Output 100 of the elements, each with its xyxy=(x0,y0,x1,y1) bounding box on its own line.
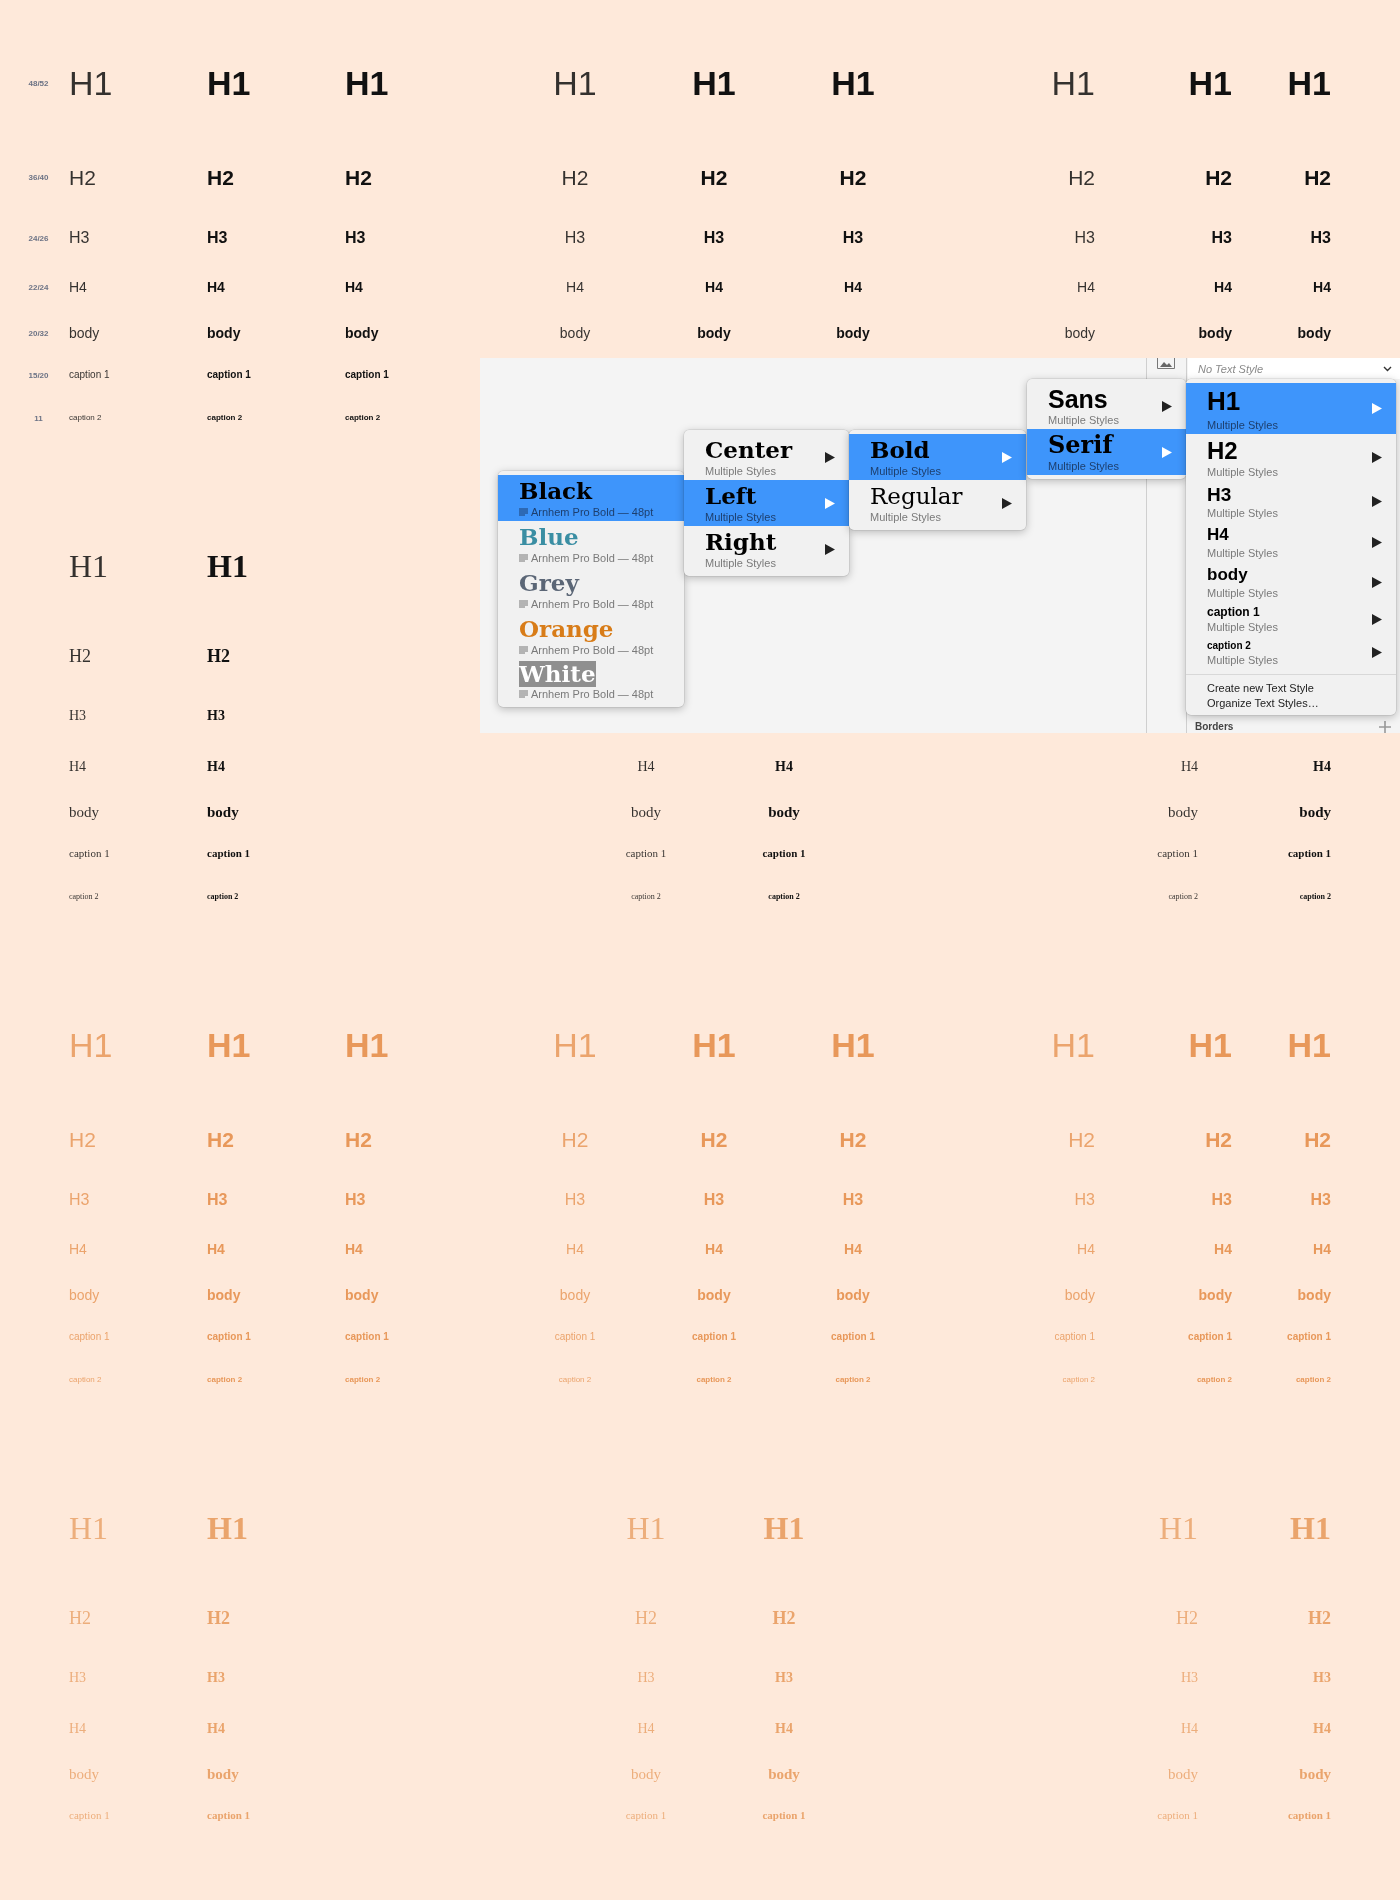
menu-item[interactable]: H4 Multiple Styles xyxy=(1186,522,1396,562)
menu-item-subtitle: Multiple Styles xyxy=(1048,459,1119,473)
menu-item[interactable]: caption 1 Multiple Styles xyxy=(1186,602,1396,636)
menu-item[interactable]: Blue Arnhem Pro Bold — 48pt xyxy=(498,521,684,567)
arrow-icon xyxy=(1002,451,1012,463)
type-sample: body xyxy=(836,326,870,340)
type-sample: H4 xyxy=(1313,760,1331,774)
type-sample: H4 xyxy=(1214,280,1232,294)
type-sample: H1 xyxy=(831,1028,875,1062)
chevron-down-icon xyxy=(1383,365,1392,372)
type-sample: H4 xyxy=(345,1242,363,1256)
type-sample: H4 xyxy=(844,280,862,294)
menu-item[interactable]: H3 Multiple Styles xyxy=(1186,481,1396,522)
menu-item[interactable]: Serif Multiple Styles xyxy=(1027,429,1186,475)
type-sample: body xyxy=(207,326,241,340)
type-sample: H3 xyxy=(69,1671,87,1685)
menu-item[interactable]: Orange Arnhem Pro Bold — 48pt xyxy=(498,613,684,659)
type-sample: H2 xyxy=(69,166,96,188)
menu-item-subtitle: Multiple Styles xyxy=(1207,653,1278,667)
size-label: 48/52 xyxy=(27,78,49,88)
type-sample: H3 xyxy=(1313,1671,1331,1685)
type-sample: H2 xyxy=(207,647,230,665)
type-sample: body xyxy=(1198,326,1232,340)
type-sample: H2 xyxy=(69,1609,91,1627)
type-sample: H3 xyxy=(703,1192,725,1208)
menu-item[interactable]: Center Multiple Styles xyxy=(684,434,849,480)
menu-item-subtitle: Multiple Styles xyxy=(1207,546,1278,560)
menu-item-subtitle: Arnhem Pro Bold — 48pt xyxy=(531,687,654,701)
menu-item[interactable]: Grey Arnhem Pro Bold — 48pt xyxy=(498,567,684,613)
type-sample: body xyxy=(768,804,800,820)
menu-item-subtitle: Multiple Styles xyxy=(1207,620,1278,634)
type-sample: H1 xyxy=(1290,1512,1331,1544)
menu-item-subtitle: Multiple Styles xyxy=(870,464,941,478)
menu-item[interactable]: Regular Multiple Styles xyxy=(849,480,1026,526)
type-sample: H2 xyxy=(207,1609,230,1627)
type-sample: caption 2 xyxy=(345,1376,381,1384)
type-sample: caption 1 xyxy=(692,1332,736,1342)
size-label: 11 xyxy=(33,413,43,423)
type-sample: caption 1 xyxy=(1287,1809,1331,1821)
type-sample: H2 xyxy=(1205,1128,1232,1150)
type-sample: H3 xyxy=(69,230,90,246)
menu-action[interactable]: Organize Text Styles… xyxy=(1186,696,1396,711)
menu-item[interactable]: H2 Multiple Styles xyxy=(1186,434,1396,481)
menu-item-subtitle: Multiple Styles xyxy=(705,464,776,478)
type-sample: H4 xyxy=(637,1722,655,1736)
type-sample: caption 2 xyxy=(69,1376,102,1384)
type-sample: H4 xyxy=(207,760,225,774)
type-sample: body xyxy=(69,326,100,340)
image-icon[interactable] xyxy=(1157,358,1175,369)
menu-item[interactable]: Left Multiple Styles xyxy=(684,480,849,526)
type-sample: H3 xyxy=(207,709,225,723)
menu-item[interactable]: H1 Multiple Styles xyxy=(1186,383,1396,434)
type-sample: H4 xyxy=(1313,1722,1331,1736)
menu-item[interactable]: caption 2 Multiple Styles xyxy=(1186,636,1396,669)
menu-item[interactable]: Right Multiple Styles xyxy=(684,526,849,572)
type-sample: body xyxy=(1297,1288,1331,1302)
type-sample: body xyxy=(631,804,661,820)
type-sample: body xyxy=(1299,804,1331,820)
text-style-dropdown[interactable]: No Text Style xyxy=(1188,358,1400,379)
section-label: Borders xyxy=(1195,721,1234,733)
type-sample: H3 xyxy=(564,230,586,246)
type-sample: caption 1 xyxy=(831,1332,875,1342)
type-sample: H2 xyxy=(207,1128,234,1150)
type-sample: H3 xyxy=(564,1192,586,1208)
menu-item[interactable]: Bold Multiple Styles xyxy=(849,434,1026,480)
type-sample: H3 xyxy=(345,1192,366,1208)
type-sample: caption 2 xyxy=(768,893,800,901)
menu-action[interactable]: Create new Text Style xyxy=(1186,681,1396,696)
type-sample: H4 xyxy=(207,1242,225,1256)
type-sample: H3 xyxy=(1074,1192,1095,1208)
menu-item-subtitle: Arnhem Pro Bold — 48pt xyxy=(531,597,654,611)
type-sample: caption 1 xyxy=(69,847,110,859)
type-sample: H3 xyxy=(637,1671,655,1685)
type-sample: caption 2 xyxy=(345,414,381,422)
arrow-icon xyxy=(1372,613,1382,625)
type-sample: H2 xyxy=(1308,1609,1331,1627)
arrow-icon xyxy=(1372,403,1382,414)
menu-item[interactable]: Black Arnhem Pro Bold — 48pt xyxy=(498,475,684,521)
type-sample: H1 xyxy=(69,1512,109,1544)
arrow-icon xyxy=(1372,452,1382,463)
menu-item[interactable]: body Multiple Styles xyxy=(1186,562,1396,602)
type-sample: H3 xyxy=(207,1192,228,1208)
menu-item[interactable]: White Arnhem Pro Bold — 48pt xyxy=(498,659,684,703)
type-sample: H4 xyxy=(775,1722,793,1736)
type-sample: H3 xyxy=(1211,1192,1232,1208)
type-sample: H2 xyxy=(700,1128,728,1150)
menu-item-subtitle: Multiple Styles xyxy=(705,556,776,570)
menu-item[interactable]: Sans Multiple Styles xyxy=(1027,383,1186,429)
type-sample: body xyxy=(1297,326,1331,340)
type-sample: caption 1 xyxy=(1157,847,1198,859)
type-sample: H1 xyxy=(1287,66,1331,100)
type-sample: caption 1 xyxy=(207,1332,251,1342)
type-sample: H1 xyxy=(553,66,597,100)
type-sample: body xyxy=(1198,1288,1232,1302)
size-label: 22/24 xyxy=(27,282,49,292)
type-sample: H2 xyxy=(207,166,234,188)
type-sample: body xyxy=(1064,326,1095,340)
type-sample: H2 xyxy=(772,1609,796,1627)
type-sample: caption 1 xyxy=(554,1332,596,1342)
type-sample: body xyxy=(697,326,731,340)
